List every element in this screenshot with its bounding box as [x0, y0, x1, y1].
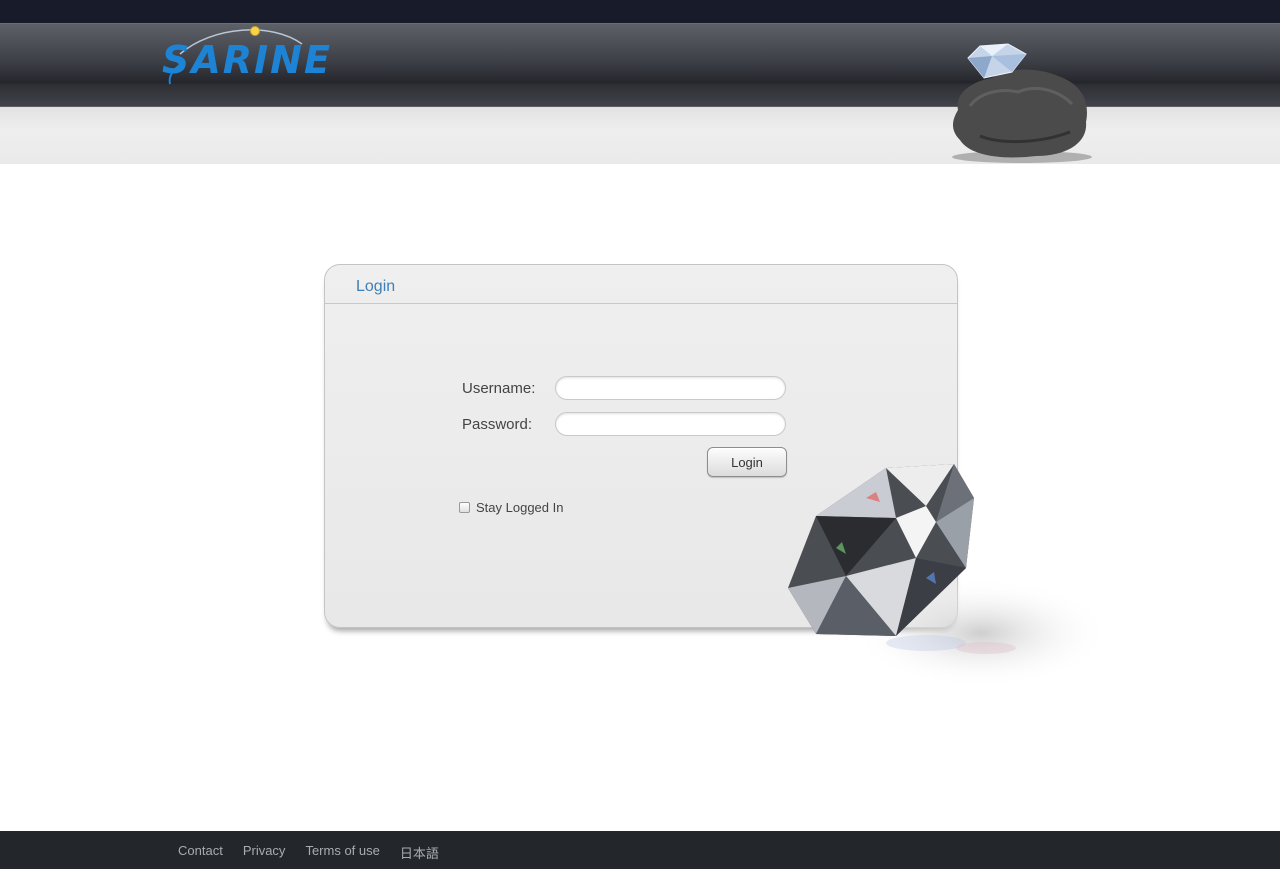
login-panel-header: Login	[325, 265, 957, 304]
sarine-logo[interactable]: SARINE	[162, 24, 330, 94]
logo-text: SARINE	[162, 38, 332, 82]
footer: Contact Privacy Terms of use 日本語	[0, 831, 1280, 869]
username-label: Username:	[462, 380, 536, 397]
footer-link-terms-of-use[interactable]: Terms of use	[305, 843, 379, 862]
stay-logged-in-row[interactable]: Stay Logged In	[459, 500, 563, 515]
stay-logged-in-checkbox[interactable]	[459, 502, 470, 513]
rough-stone-diamond-image	[952, 43, 1092, 163]
footer-link-japanese[interactable]: 日本語	[400, 843, 439, 862]
diamond-image	[788, 464, 1111, 688]
username-input[interactable]	[555, 376, 786, 400]
password-input[interactable]	[555, 412, 786, 436]
password-label: Password:	[462, 416, 533, 433]
login-panel-title: Login	[356, 278, 396, 295]
footer-links: Contact Privacy Terms of use 日本語	[178, 843, 459, 862]
login-button[interactable]: Login	[707, 447, 787, 477]
footer-link-privacy[interactable]: Privacy	[243, 843, 286, 862]
footer-link-contact[interactable]: Contact	[178, 843, 223, 862]
top-strip	[0, 0, 1280, 23]
stay-logged-in-label[interactable]: Stay Logged In	[476, 500, 563, 515]
